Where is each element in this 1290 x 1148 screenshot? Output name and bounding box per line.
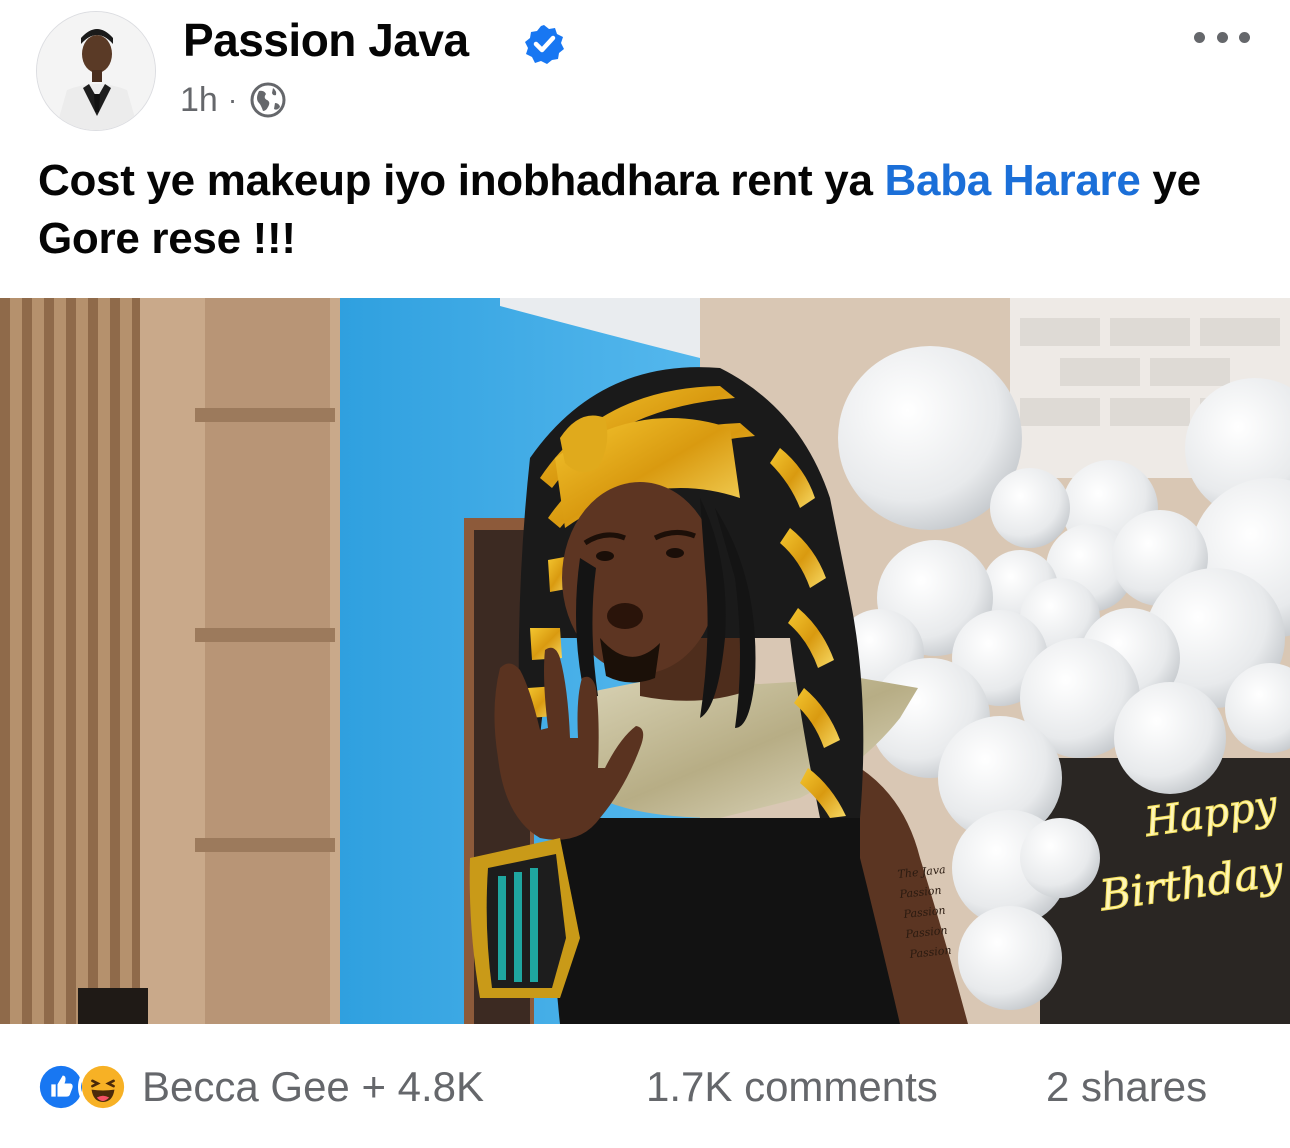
globe-icon: [250, 82, 286, 118]
reactions-summary[interactable]: Becca Gee + 4.8K: [36, 1062, 484, 1112]
post-photo[interactable]: Happy Birthday The Java Passion Passion …: [0, 298, 1290, 1024]
dot-icon: [1239, 31, 1250, 43]
post-meta: 1h ·: [180, 78, 287, 122]
more-options-button[interactable]: [1194, 22, 1250, 52]
reactions-count: Becca Gee + 4.8K: [142, 1063, 485, 1110]
avatar-image: [37, 12, 155, 130]
shares-count[interactable]: 2 shares: [1046, 1062, 1207, 1112]
caption-text-1: Cost ye makeup iyo inobhadhara rent ya: [38, 156, 885, 205]
photo-illustration: Happy Birthday The Java Passion Passion …: [0, 298, 1290, 1024]
haha-icon: [78, 1062, 128, 1112]
caption-link-baba-harare[interactable]: Baba Harare: [885, 156, 1141, 205]
post-header: Passion Java 1h ·: [0, 0, 1290, 140]
verified-badge-icon: [525, 25, 564, 64]
post-caption: Cost ye makeup iyo inobhadhara rent ya B…: [38, 152, 1258, 268]
author-name[interactable]: Passion Java: [183, 12, 469, 68]
post-engagement-bar: Becca Gee + 4.8K 1.7K comments 2 shares: [0, 1024, 1290, 1148]
comments-count[interactable]: 1.7K comments: [646, 1062, 938, 1112]
dot-icon: [1216, 31, 1228, 43]
meta-separator: ·: [227, 84, 238, 115]
dot-icon: [1194, 31, 1205, 43]
author-avatar[interactable]: [36, 11, 156, 131]
post-timestamp[interactable]: 1h: [180, 78, 218, 122]
